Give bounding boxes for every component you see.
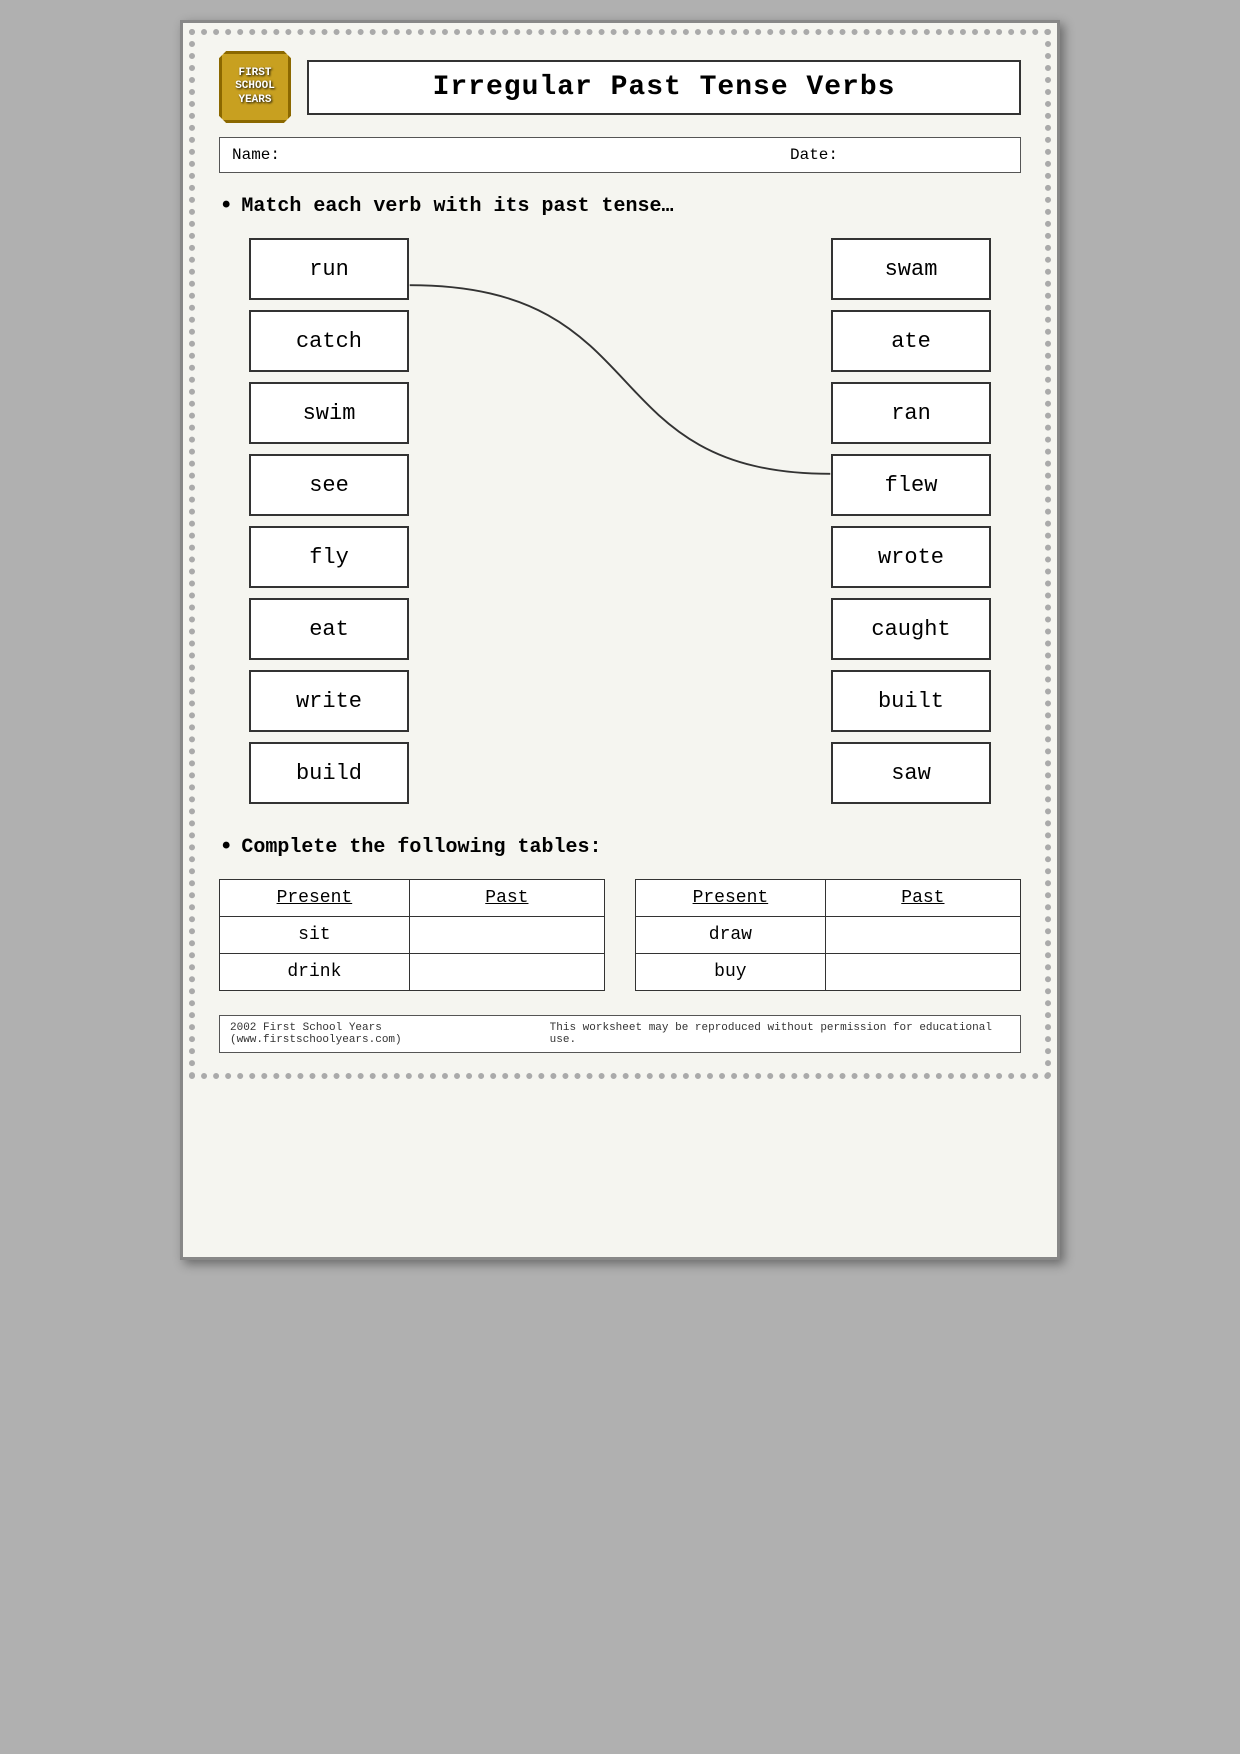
- word-box-eat: eat: [249, 598, 409, 660]
- left-column: run catch swim see fly eat write build: [249, 238, 409, 804]
- word-box-flew: flew: [831, 454, 991, 516]
- worksheet-page: FIRST SCHOOL YEARS Irregular Past Tense …: [180, 20, 1060, 1260]
- name-label: Name:: [232, 146, 620, 164]
- instruction-2: • Complete the following tables:: [219, 834, 1021, 861]
- footer-right: This worksheet may be reproduced without…: [550, 1022, 1010, 1046]
- word-box-write: write: [249, 670, 409, 732]
- word-box-ate: ate: [831, 310, 991, 372]
- bullet-icon: •: [219, 193, 233, 220]
- table-1: Present Past sit drink: [219, 879, 605, 991]
- tables-row: Present Past sit drink: [219, 879, 1021, 991]
- table2-buy-present: buy: [636, 954, 826, 991]
- word-box-swim: swim: [249, 382, 409, 444]
- tables-section: Present Past sit drink: [219, 879, 1021, 991]
- footer-left: 2002 First School Years (www.firstschool…: [230, 1022, 550, 1046]
- table-row: drink: [220, 954, 605, 991]
- word-box-built: built: [831, 670, 991, 732]
- table-row: buy: [636, 954, 1021, 991]
- word-box-fly: fly: [249, 526, 409, 588]
- table1-col2-header: Past: [409, 880, 604, 917]
- word-box-see: see: [249, 454, 409, 516]
- table1-sit-past[interactable]: [409, 917, 604, 954]
- word-box-run: run: [249, 238, 409, 300]
- table2-draw-past[interactable]: [825, 917, 1020, 954]
- bullet-icon-2: •: [219, 834, 233, 861]
- table2-buy-past[interactable]: [825, 954, 1020, 991]
- name-date-row: Name: Date:: [219, 137, 1021, 173]
- page-title: Irregular Past Tense Verbs: [307, 60, 1021, 115]
- word-box-caught: caught: [831, 598, 991, 660]
- table1-col1-header: Present: [220, 880, 410, 917]
- matching-area: run catch swim see fly eat write build s…: [219, 238, 1021, 804]
- table-row: sit: [220, 917, 605, 954]
- table-2: Present Past draw buy: [635, 879, 1021, 991]
- word-box-saw: saw: [831, 742, 991, 804]
- table1-drink-past[interactable]: [409, 954, 604, 991]
- table2-col1-header: Present: [636, 880, 826, 917]
- word-box-ran: ran: [831, 382, 991, 444]
- word-box-swam: swam: [831, 238, 991, 300]
- table1-sit-present: sit: [220, 917, 410, 954]
- word-box-wrote: wrote: [831, 526, 991, 588]
- right-column: swam ate ran flew wrote caught built saw: [831, 238, 991, 804]
- word-box-catch: catch: [249, 310, 409, 372]
- date-label: Date:: [620, 146, 1008, 164]
- word-box-build: build: [249, 742, 409, 804]
- logo-text: FIRST SCHOOL YEARS: [235, 67, 275, 107]
- table2-draw-present: draw: [636, 917, 826, 954]
- header: FIRST SCHOOL YEARS Irregular Past Tense …: [219, 51, 1021, 123]
- footer: 2002 First School Years (www.firstschool…: [219, 1015, 1021, 1053]
- table1-drink-present: drink: [220, 954, 410, 991]
- table2-col2-header: Past: [825, 880, 1020, 917]
- logo: FIRST SCHOOL YEARS: [219, 51, 291, 123]
- instruction-1: • Match each verb with its past tense…: [219, 193, 1021, 220]
- table-row: draw: [636, 917, 1021, 954]
